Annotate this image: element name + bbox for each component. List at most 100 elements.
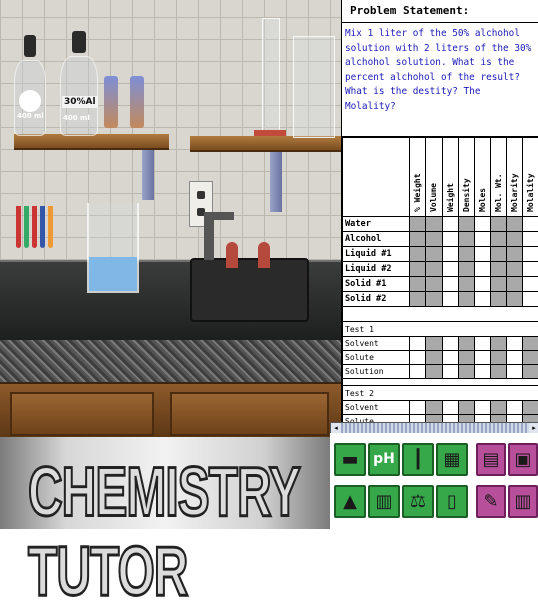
periodic-table-tool[interactable]: ▦ [436,443,468,476]
grid-cell[interactable] [410,262,426,277]
grid-cell[interactable] [410,401,426,415]
grid-cell[interactable] [490,247,506,262]
grid-cell[interactable] [426,292,442,307]
grid-cell[interactable] [458,262,474,277]
grid-cell[interactable] [474,277,490,292]
sample-vial[interactable] [104,76,118,128]
grid-cell[interactable] [506,232,522,247]
faucet-handle-right[interactable] [258,242,270,268]
grid-cell[interactable] [506,292,522,307]
grid-cell[interactable] [458,337,474,351]
grid-cell[interactable] [458,292,474,307]
grid-cell[interactable] [458,365,474,379]
calculator-tool[interactable]: ▤ [476,443,506,476]
grid-cell[interactable] [522,247,538,262]
faucet-handle-left[interactable] [226,242,238,268]
grid-cell[interactable] [522,351,538,365]
empty-beaker[interactable] [293,36,335,138]
scroll-left-icon[interactable]: ◂ [331,423,341,433]
grid-cell[interactable] [506,217,522,232]
scroll-right-icon[interactable]: ▸ [529,423,538,433]
grid-cell[interactable] [474,292,490,307]
grid-cell[interactable] [410,337,426,351]
library-tool[interactable]: ▥ [368,485,400,518]
grid-cell[interactable] [522,277,538,292]
test-tube-tool[interactable]: ┃ [402,443,434,476]
grid-cell[interactable] [410,365,426,379]
grid-cell[interactable] [442,232,458,247]
sample-vial[interactable] [130,76,144,128]
grid-cell[interactable] [442,351,458,365]
grid-cell[interactable] [522,292,538,307]
grid-cell[interactable] [522,232,538,247]
notepad-tool[interactable]: ✎ [476,485,506,518]
grid-cell[interactable] [442,247,458,262]
grid-cell[interactable] [490,351,506,365]
grid-cell[interactable] [426,337,442,351]
grid-cell[interactable] [522,217,538,232]
grid-cell[interactable] [410,247,426,262]
grid-cell[interactable] [426,277,442,292]
grid-cell[interactable] [490,401,506,415]
grid-cell[interactable] [506,277,522,292]
grid-cell[interactable] [426,217,442,232]
mixing-beaker[interactable] [87,203,139,293]
thermometer-tool[interactable]: ▬ [334,443,366,476]
grid-cell[interactable] [506,247,522,262]
grid-cell[interactable] [458,217,474,232]
grid-cell[interactable] [442,292,458,307]
grid-cell[interactable] [426,247,442,262]
grid-cell[interactable] [426,401,442,415]
grid-cell[interactable] [410,351,426,365]
data-grid[interactable]: % WeightVolumeWeightDensityMolesMol. Wt.… [341,136,538,423]
grid-cell[interactable] [490,232,506,247]
grid-cell[interactable] [506,262,522,277]
grid-cell[interactable] [522,365,538,379]
grid-cell[interactable] [442,277,458,292]
burner-tool[interactable]: ▲ [334,485,366,518]
grid-cell[interactable] [458,247,474,262]
grid-cell[interactable] [410,232,426,247]
grid-cell[interactable] [474,351,490,365]
grid-cell[interactable] [506,401,522,415]
grid-cell[interactable] [458,277,474,292]
lab-scene[interactable]: 400 ml 30%Al 400 ml [0,0,341,437]
grid-cell[interactable] [506,351,522,365]
grid-cell[interactable] [458,401,474,415]
grid-cell[interactable] [474,337,490,351]
grid-cell[interactable] [458,351,474,365]
grid-cell[interactable] [474,365,490,379]
sink[interactable] [190,258,309,322]
container-tool[interactable]: ▯ [436,485,468,518]
cabinet-door[interactable] [10,392,154,436]
grid-cell[interactable] [442,217,458,232]
balance-tool[interactable]: ⚖ [402,485,434,518]
grid-cell[interactable] [426,262,442,277]
grid-cell[interactable] [506,365,522,379]
grid-cell[interactable] [474,401,490,415]
grid-cell[interactable] [410,292,426,307]
grid-cell[interactable] [442,262,458,277]
grid-cell[interactable] [442,401,458,415]
ph-meter-tool[interactable]: pH [368,443,400,476]
grid-cell[interactable] [426,232,442,247]
grid-cell[interactable] [474,232,490,247]
grid-cell[interactable] [506,337,522,351]
grid-cell[interactable] [426,365,442,379]
grid-cell[interactable] [442,337,458,351]
grid-cell[interactable] [490,217,506,232]
grid-cell[interactable] [474,217,490,232]
grid-cell[interactable] [490,365,506,379]
grid-cell[interactable] [490,337,506,351]
grid-cell[interactable] [490,277,506,292]
grid-cell[interactable] [522,262,538,277]
grid-cell[interactable] [410,217,426,232]
graduated-cylinder[interactable] [262,18,280,135]
grid-cell[interactable] [426,351,442,365]
data-tool[interactable]: ▣ [508,443,538,476]
grid-cell[interactable] [410,277,426,292]
grid-cell[interactable] [490,292,506,307]
grid-cell[interactable] [458,232,474,247]
test-tube-rack[interactable] [14,200,54,270]
grid-cell[interactable] [442,365,458,379]
